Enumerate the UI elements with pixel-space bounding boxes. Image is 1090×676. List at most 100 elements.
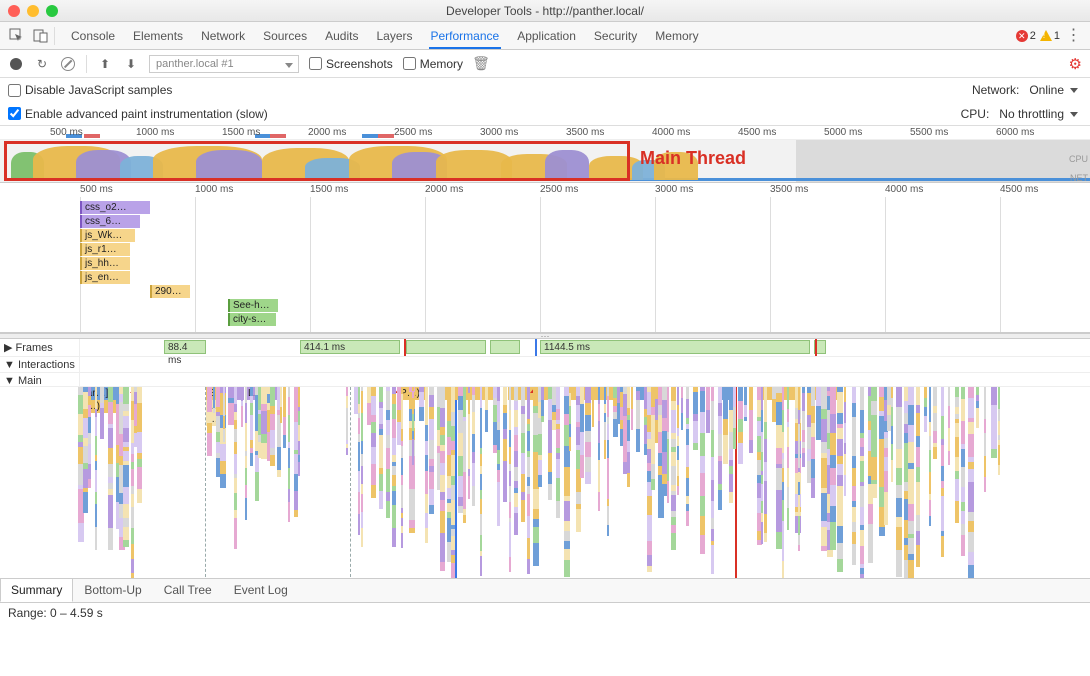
- interactions-track[interactable]: ▼ Interactions: [0, 357, 1090, 373]
- flame-stack[interactable]: [764, 387, 767, 579]
- flame-stack[interactable]: [636, 387, 640, 579]
- flame-stack[interactable]: [250, 387, 253, 579]
- main-track-header[interactable]: ▼ Main: [0, 373, 1090, 387]
- flame-stack[interactable]: [798, 387, 800, 579]
- flame-stack[interactable]: [288, 387, 290, 579]
- network-request-bar[interactable]: See-h…: [228, 299, 278, 312]
- flame-stack[interactable]: [830, 387, 836, 579]
- frame-segment[interactable]: [406, 340, 486, 354]
- flame-stack[interactable]: [961, 387, 965, 579]
- flame-stack[interactable]: [283, 387, 286, 579]
- flame-stack[interactable]: [108, 387, 113, 579]
- tab-network[interactable]: Network: [199, 23, 247, 49]
- flame-stack[interactable]: [429, 387, 434, 579]
- flame-stack[interactable]: [521, 387, 525, 579]
- flame-stack[interactable]: [137, 387, 142, 579]
- flame-stack[interactable]: [541, 387, 544, 579]
- flame-stack[interactable]: [509, 387, 511, 579]
- flame-stack[interactable]: [123, 387, 129, 579]
- flame-stack[interactable]: [844, 387, 846, 579]
- network-pane[interactable]: 500 ms1000 ms1500 ms2000 ms2500 ms3000 m…: [0, 183, 1090, 333]
- flame-stack[interactable]: [100, 387, 104, 579]
- error-count-badge[interactable]: ✕2: [1016, 30, 1036, 42]
- flame-stack[interactable]: [686, 387, 689, 579]
- flame-stack[interactable]: [213, 387, 215, 579]
- flame-stack[interactable]: [667, 387, 669, 579]
- load-profile-button[interactable]: ⬆: [97, 56, 113, 72]
- flame-stack[interactable]: [891, 387, 893, 579]
- flame-stack[interactable]: [998, 387, 1000, 579]
- screenshots-checkbox[interactable]: Screenshots: [309, 57, 393, 71]
- flame-stack[interactable]: [733, 387, 736, 579]
- flame-stack[interactable]: [711, 387, 714, 579]
- kebab-menu-icon[interactable]: ⋮: [1064, 26, 1084, 46]
- frame-segment[interactable]: [490, 340, 520, 354]
- flame-stack[interactable]: [948, 387, 950, 579]
- flame-stack[interactable]: [527, 387, 530, 579]
- flame-stack[interactable]: [991, 387, 997, 579]
- record-button[interactable]: [8, 56, 24, 72]
- frames-track-label[interactable]: ▶ Frames: [0, 339, 80, 356]
- warning-count-badge[interactable]: !1: [1040, 30, 1060, 42]
- flame-stack[interactable]: [223, 387, 225, 579]
- flame-stack[interactable]: [677, 387, 679, 579]
- flame-stack[interactable]: [837, 387, 843, 579]
- flame-stack[interactable]: [503, 387, 507, 579]
- details-tab-summary[interactable]: Summary: [0, 578, 73, 602]
- flame-stack[interactable]: [738, 387, 743, 579]
- flame-stack[interactable]: [693, 387, 698, 579]
- tab-sources[interactable]: Sources: [261, 23, 309, 49]
- details-tab-event-log[interactable]: Event Log: [223, 578, 299, 602]
- paint-input[interactable]: [8, 107, 21, 120]
- flame-stack[interactable]: [718, 387, 722, 579]
- tab-audits[interactable]: Audits: [323, 23, 360, 49]
- flame-stack[interactable]: [681, 387, 683, 579]
- network-request-bar[interactable]: city-s…: [228, 313, 276, 326]
- network-throttle-select[interactable]: Online: [1025, 82, 1082, 98]
- interactions-track-label[interactable]: ▼ Interactions: [0, 357, 80, 372]
- flame-stack[interactable]: [811, 387, 815, 579]
- flame-stack[interactable]: [358, 387, 360, 579]
- inspect-icon[interactable]: [6, 26, 26, 46]
- flame-stack[interactable]: [744, 387, 747, 579]
- flame-stack[interactable]: [468, 387, 470, 579]
- flame-stack[interactable]: [361, 387, 363, 579]
- flame-stack[interactable]: [371, 387, 376, 579]
- flame-chart[interactable]: Par…])E…)E…(…(…L…)P…): [0, 387, 1090, 579]
- flame-stack[interactable]: [598, 387, 600, 579]
- flame-stack[interactable]: [280, 387, 282, 579]
- flame-stack[interactable]: [607, 387, 609, 579]
- flame-stack[interactable]: [392, 387, 396, 579]
- flame-stack[interactable]: [782, 387, 784, 579]
- tab-security[interactable]: Security: [592, 23, 639, 49]
- flame-stack[interactable]: [860, 387, 864, 579]
- flame-stack[interactable]: [984, 387, 986, 579]
- flame-stack[interactable]: [569, 387, 571, 579]
- frame-segment[interactable]: 414.1 ms: [300, 340, 400, 354]
- flame-stack[interactable]: [440, 387, 445, 579]
- save-profile-button[interactable]: ⬇: [123, 56, 139, 72]
- overview-pane[interactable]: 500 ms1000 ms1500 ms2000 ms2500 ms3000 m…: [0, 126, 1090, 183]
- flame-stack[interactable]: [245, 387, 247, 579]
- flame-stack[interactable]: [916, 387, 920, 579]
- network-request-bar[interactable]: css_o2…: [80, 201, 150, 214]
- details-tab-bottom-up[interactable]: Bottom-Up: [73, 578, 152, 602]
- flame-stack[interactable]: [852, 387, 856, 579]
- settings-icon[interactable]: ⚙: [1069, 55, 1082, 73]
- frames-content[interactable]: 88.4 ms414.1 ms1144.5 ms: [80, 339, 1090, 356]
- disable-js-input[interactable]: [8, 84, 21, 97]
- flame-stack[interactable]: [955, 387, 959, 579]
- network-request-bar[interactable]: 290…: [150, 285, 190, 298]
- flame-stack[interactable]: [924, 387, 927, 579]
- flame-stack[interactable]: [472, 387, 475, 579]
- flame-stack[interactable]: [580, 387, 584, 579]
- flame-stack[interactable]: [723, 387, 728, 579]
- flame-stack[interactable]: [896, 387, 902, 579]
- tab-application[interactable]: Application: [515, 23, 578, 49]
- flame-stack[interactable]: [386, 387, 390, 579]
- flame-stack[interactable]: [298, 387, 300, 579]
- flame-stack[interactable]: [749, 387, 753, 579]
- flame-stack[interactable]: [929, 387, 931, 579]
- paint-checkbox[interactable]: Enable advanced paint instrumentation (s…: [8, 107, 268, 121]
- flame-stack[interactable]: [802, 387, 805, 579]
